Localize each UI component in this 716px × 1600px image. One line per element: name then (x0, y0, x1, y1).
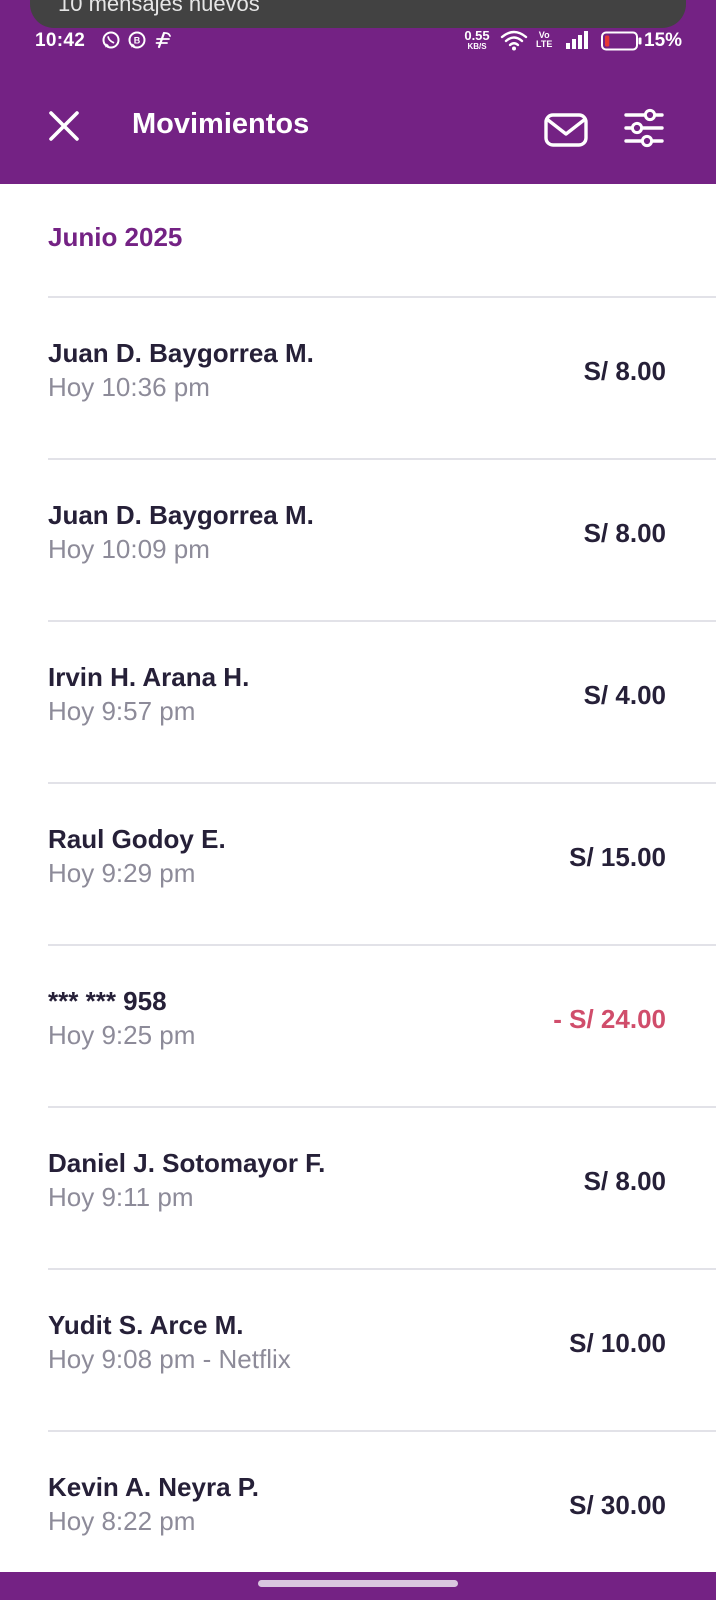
close-icon[interactable] (44, 106, 84, 146)
navigation-bar (0, 1572, 716, 1600)
status-time: 10:42 (35, 30, 86, 51)
month-header: Junio 2025 (48, 222, 183, 252)
transaction-name: *** *** 958 (48, 986, 167, 1016)
notification-toast[interactable]: 10 mensajes nuevos (30, 0, 686, 28)
network-speed: 0.55 KB/S (464, 28, 490, 51)
list-item[interactable]: Yudit S. Arce M. Hoy 9:08 pm - Netflix S… (0, 1270, 716, 1430)
transaction-time: Hoy 8:22 pm (48, 1506, 196, 1536)
transaction-amount: S/ 15.00 (569, 842, 666, 872)
app-header: 10 mensajes nuevos 10:42 B 0.55 KB/S Vo … (0, 0, 716, 184)
transaction-time: Hoy 9:25 pm (48, 1020, 196, 1050)
transaction-amount: S/ 4.00 (583, 680, 666, 710)
transaction-amount: S/ 8.00 (583, 356, 666, 386)
payment-app-icon (155, 31, 171, 49)
transaction-name: Juan D. Baygorrea M. (48, 338, 314, 368)
list-item[interactable]: Kevin A. Neyra P. Hoy 8:22 pm S/ 30.00 (0, 1432, 716, 1572)
transaction-name: Raul Godoy E. (48, 824, 226, 854)
volte-indicator: Vo LTE (536, 30, 553, 49)
list-item[interactable]: Raul Godoy E. Hoy 9:29 pm S/ 15.00 (0, 784, 716, 944)
list-item[interactable]: Irvin H. Arana H. Hoy 9:57 pm S/ 4.00 (0, 622, 716, 782)
transaction-amount: S/ 10.00 (569, 1328, 666, 1358)
transaction-time: Hoy 9:57 pm (48, 696, 196, 726)
transaction-amount: S/ 8.00 (583, 1166, 666, 1196)
transaction-amount: S/ 30.00 (569, 1490, 666, 1520)
notification-text: 10 mensajes nuevos (58, 0, 260, 16)
list-item[interactable]: Juan D. Baygorrea M. Hoy 10:09 pm S/ 8.0… (0, 460, 716, 620)
transaction-name: Irvin H. Arana H. (48, 662, 250, 692)
list-item[interactable]: Juan D. Baygorrea M. Hoy 10:36 pm S/ 8.0… (0, 298, 716, 458)
whatsapp-icon (102, 31, 120, 49)
signal-icon (566, 31, 588, 49)
transaction-time: Hoy 10:36 pm (48, 372, 210, 402)
transaction-name: Kevin A. Neyra P. (48, 1472, 259, 1502)
svg-text:B: B (134, 36, 141, 46)
transaction-time: Hoy 9:11 pm (48, 1182, 194, 1212)
transaction-time: Hoy 10:09 pm (48, 534, 210, 564)
filter-icon[interactable] (622, 106, 666, 150)
battery-icon (601, 31, 642, 51)
list-item[interactable]: *** *** 958 Hoy 9:25 pm - S/ 24.00 (0, 946, 716, 1106)
transaction-name: Juan D. Baygorrea M. (48, 500, 314, 530)
transaction-amount: - S/ 24.00 (553, 1004, 666, 1034)
mail-icon[interactable] (542, 110, 590, 150)
list-item[interactable]: Daniel J. Sotomayor F. Hoy 9:11 pm S/ 8.… (0, 1108, 716, 1268)
transaction-amount: S/ 8.00 (583, 518, 666, 548)
whatsapp-business-icon: B (128, 31, 146, 49)
status-bar: 10:42 B 0.55 KB/S Vo LTE 15% (0, 28, 716, 56)
transaction-time: Hoy 9:29 pm (48, 858, 196, 888)
wifi-icon (500, 30, 528, 51)
transaction-time: Hoy 9:08 pm - Netflix (48, 1344, 291, 1374)
page-title: Movimientos (132, 108, 310, 140)
battery-percentage: 15% (644, 30, 683, 51)
transaction-name: Daniel J. Sotomayor F. (48, 1148, 326, 1178)
home-indicator[interactable] (258, 1580, 458, 1587)
transaction-name: Yudit S. Arce M. (48, 1310, 244, 1340)
